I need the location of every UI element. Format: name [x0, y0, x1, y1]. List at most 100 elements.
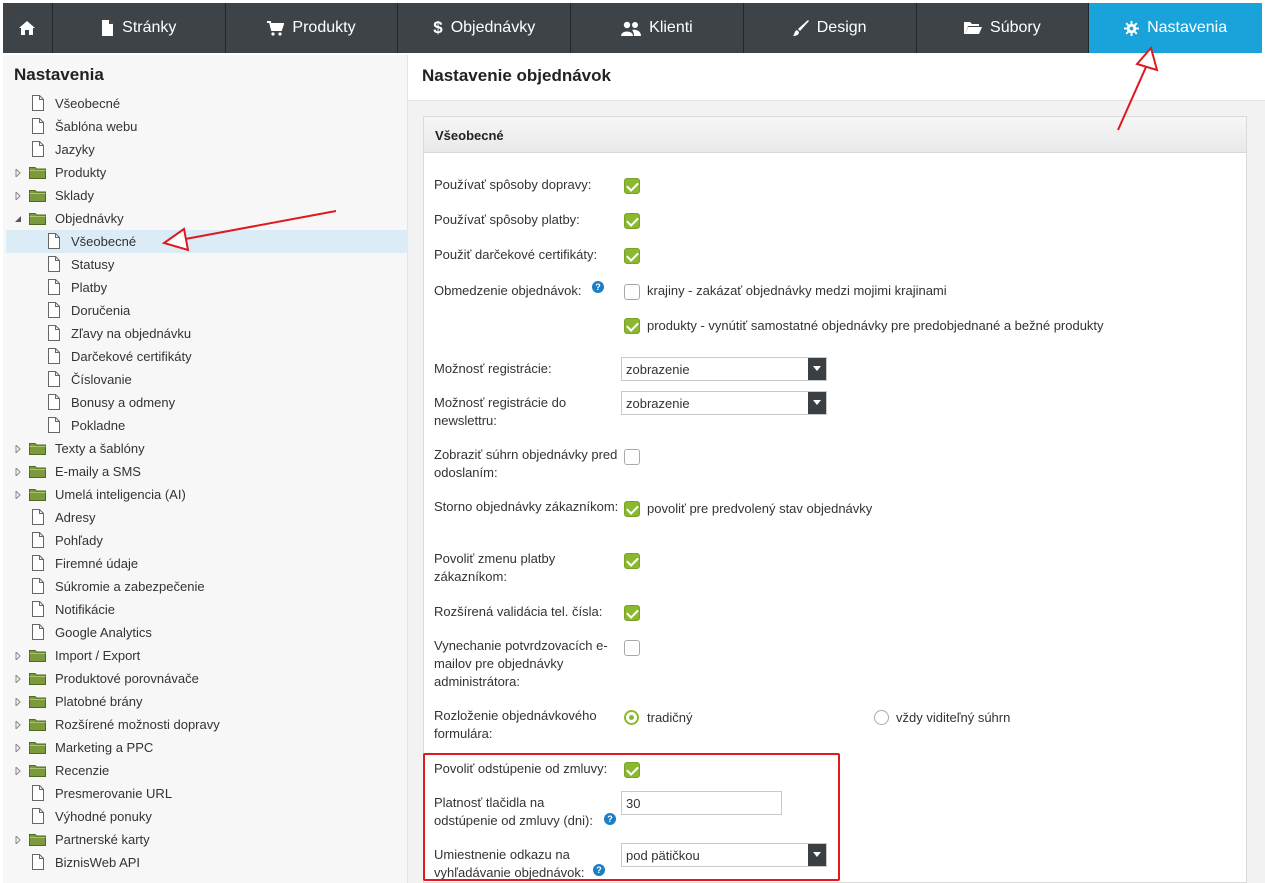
sidebar-item-label: Import / Export — [55, 648, 141, 663]
tab-files[interactable]: Súbory — [916, 3, 1090, 53]
sidebar-item[interactable]: Pohľady — [6, 529, 408, 552]
page-icon — [48, 233, 60, 252]
sidebar-item[interactable]: Platobné brány — [6, 690, 408, 713]
page-icon — [32, 118, 44, 137]
payment-change-checkbox[interactable] — [624, 553, 640, 569]
sidebar-item[interactable]: Texty a šablóny — [6, 437, 408, 460]
tab-products[interactable]: Produkty — [225, 3, 399, 53]
sidebar-item[interactable]: Google Analytics — [6, 621, 408, 644]
layout-summary-text: vždy viditeľný súhrn — [896, 710, 1011, 725]
collapsed-arrow-icon[interactable] — [14, 443, 22, 455]
registration-select[interactable]: zobrazenie — [621, 357, 827, 381]
tab-settings[interactable]: Nastavenia — [1089, 3, 1262, 53]
skip-emails-label: Vynechanie potvrdzovacích e-mailov pre o… — [434, 638, 608, 689]
sidebar-item[interactable]: Partnerské karty — [6, 828, 408, 851]
tab-clients[interactable]: Klienti — [571, 3, 744, 53]
storno-checkbox[interactable] — [624, 501, 640, 517]
sidebar-item-label: Recenzie — [55, 763, 110, 778]
help-icon[interactable]: ? — [592, 281, 604, 293]
sidebar-item[interactable]: Objednávky — [6, 207, 408, 230]
shipping-checkbox[interactable] — [624, 178, 640, 194]
collapsed-arrow-icon[interactable] — [14, 719, 22, 731]
sidebar-item[interactable]: Sklady — [6, 184, 408, 207]
sidebar-item[interactable]: Firemné údaje — [6, 552, 408, 575]
sidebar-item-label: Produktové porovnávače — [55, 671, 199, 686]
sidebar-item[interactable]: Umelá inteligencia (AI) — [6, 483, 408, 506]
sidebar-item-label: Doručenia — [71, 303, 131, 318]
folder-icon — [29, 833, 46, 849]
collapsed-arrow-icon[interactable] — [14, 742, 22, 754]
sidebar-item[interactable]: Platby — [6, 276, 408, 299]
collapsed-arrow-icon[interactable] — [14, 466, 22, 478]
collapsed-arrow-icon[interactable] — [14, 190, 22, 202]
sidebar-item-label: Pokladne — [71, 418, 126, 433]
layout-summary-radio[interactable] — [874, 710, 889, 725]
sidebar-item[interactable]: BiznisWeb API — [6, 851, 408, 874]
sidebar-item-label: Číslovanie — [71, 372, 132, 387]
registration-value: zobrazenie — [626, 362, 690, 377]
sidebar-item[interactable]: Šablóna webu — [6, 115, 408, 138]
panel-header: Všeobecné — [424, 117, 1246, 153]
sidebar-item[interactable]: Súkromie a zabezpečenie — [6, 575, 408, 598]
sidebar-item[interactable]: Recenzie — [6, 759, 408, 782]
tab-orders[interactable]: $ Objednávky — [398, 3, 572, 53]
sidebar-item[interactable]: Marketing a PPC — [6, 736, 408, 759]
page-icon — [48, 325, 60, 344]
page-icon — [32, 601, 44, 620]
tab-pages[interactable]: Stránky — [52, 3, 226, 53]
sidebar-item-label: Firemné údaje — [55, 556, 139, 571]
sidebar-item-label: Darčekové certifikáty — [71, 349, 192, 364]
sidebar-item[interactable]: Bonusy a odmeny — [6, 391, 408, 414]
sidebar-item-label: Google Analytics — [55, 625, 152, 640]
sidebar-item[interactable]: Zľavy na objednávku — [6, 322, 408, 345]
collapsed-arrow-icon[interactable] — [14, 765, 22, 777]
collapsed-arrow-icon[interactable] — [14, 834, 22, 846]
sidebar-item[interactable]: Číslovanie — [6, 368, 408, 391]
collapsed-arrow-icon[interactable] — [14, 167, 22, 179]
tab-design[interactable]: Design — [743, 3, 917, 53]
newsletter-select[interactable]: zobrazenie — [621, 391, 827, 415]
expanded-arrow-icon[interactable] — [14, 215, 22, 223]
gift-cert-checkbox[interactable] — [624, 248, 640, 264]
sidebar-item[interactable]: Jazyky — [6, 138, 408, 161]
sidebar-item[interactable]: Statusy — [6, 253, 408, 276]
layout-traditional-radio[interactable] — [624, 710, 639, 725]
payment-checkbox[interactable] — [624, 213, 640, 229]
sidebar-item-label: Marketing a PPC — [55, 740, 154, 755]
tab-label: Produkty — [292, 19, 356, 36]
sidebar-item-label: Výhodné ponuky — [55, 809, 152, 824]
skip-emails-checkbox[interactable] — [624, 640, 640, 656]
collapsed-arrow-icon[interactable] — [14, 673, 22, 685]
restriction-products-checkbox[interactable] — [624, 318, 640, 334]
home-tab[interactable] — [3, 3, 53, 53]
phone-validation-label: Rozšírená validácia tel. čísla: — [434, 604, 603, 619]
sidebar-item[interactable]: Produkty — [6, 161, 408, 184]
collapsed-arrow-icon[interactable] — [14, 650, 22, 662]
sidebar-item[interactable]: Produktové porovnávače — [6, 667, 408, 690]
sidebar-item[interactable]: Adresy — [6, 506, 408, 529]
phone-validation-checkbox[interactable] — [624, 605, 640, 621]
sidebar-item[interactable]: Rozšírené možnosti dopravy — [6, 713, 408, 736]
sidebar-item[interactable]: Výhodné ponuky — [6, 805, 408, 828]
page-icon — [48, 348, 60, 367]
sidebar-item[interactable]: Notifikácie — [6, 598, 408, 621]
tab-label: Klienti — [649, 19, 693, 36]
page-icon — [48, 256, 60, 275]
sidebar-item[interactable]: Všeobecné — [6, 230, 408, 253]
sidebar-item[interactable]: Import / Export — [6, 644, 408, 667]
restriction-countries-checkbox[interactable] — [624, 284, 640, 300]
summary-checkbox[interactable] — [624, 449, 640, 465]
sidebar-item[interactable]: Pokladne — [6, 414, 408, 437]
sidebar-item-label: Všeobecné — [55, 96, 121, 111]
sidebar-item[interactable]: E-maily a SMS — [6, 460, 408, 483]
sidebar-item[interactable]: Darčekové certifikáty — [6, 345, 408, 368]
collapsed-arrow-icon[interactable] — [14, 696, 22, 708]
home-icon — [19, 21, 36, 35]
sidebar-item[interactable]: Doručenia — [6, 299, 408, 322]
folder-icon — [29, 718, 46, 734]
collapsed-arrow-icon[interactable] — [14, 489, 22, 501]
sidebar-item[interactable]: Presmerovanie URL — [6, 782, 408, 805]
sidebar-item[interactable]: Všeobecné — [6, 92, 408, 115]
chevron-down-icon[interactable] — [808, 392, 826, 414]
chevron-down-icon[interactable] — [808, 358, 826, 380]
